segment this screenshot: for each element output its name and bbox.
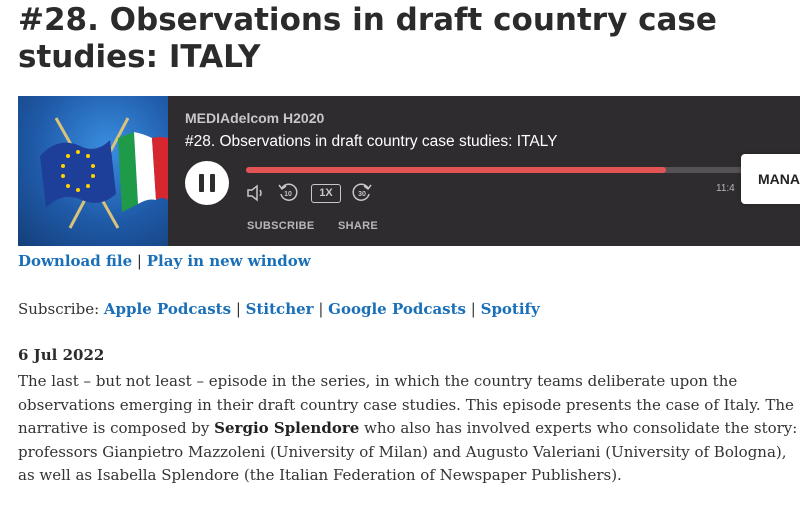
eu-flag-icon xyxy=(40,140,116,208)
separator: | xyxy=(235,300,241,318)
episode-description: The last – but not least – episode in th… xyxy=(18,370,798,488)
page-title: #28. Observations in draft country case … xyxy=(18,2,717,75)
author-name: Sergio Splendore xyxy=(214,419,360,437)
download-links: Download file | Play in new window xyxy=(18,250,311,272)
subscribe-label: Subscribe: xyxy=(18,300,100,318)
playback-speed-button[interactable]: 1X xyxy=(311,184,341,203)
show-name: MEDIAdelcom H2020 xyxy=(185,110,325,126)
separator: | xyxy=(470,300,476,318)
subscribe-button[interactable]: SUBSCRIBE xyxy=(247,220,315,232)
apple-podcasts-link[interactable]: Apple Podcasts xyxy=(104,300,231,318)
episode-artwork xyxy=(18,96,168,246)
forward-30-icon[interactable]: 30 xyxy=(351,181,373,203)
post-date: 6 Jul 2022 xyxy=(18,346,105,364)
stitcher-link[interactable]: Stitcher xyxy=(246,300,314,318)
play-in-new-window-link[interactable]: Play in new window xyxy=(147,252,311,270)
pause-icon xyxy=(199,174,204,192)
download-file-link[interactable]: Download file xyxy=(18,252,132,270)
manage-button[interactable]: MANA xyxy=(741,154,800,204)
progress-fill xyxy=(246,167,666,173)
playback-time: 11:4 xyxy=(716,183,735,194)
separator: | xyxy=(136,252,142,270)
pause-button[interactable] xyxy=(185,161,229,205)
spotify-link[interactable]: Spotify xyxy=(481,300,540,318)
rewind-10-icon[interactable]: 10 xyxy=(277,181,299,203)
separator: | xyxy=(318,300,324,318)
progress-bar[interactable] xyxy=(246,167,800,173)
google-podcasts-link[interactable]: Google Podcasts xyxy=(328,300,466,318)
episode-title: #28. Observations in draft country case … xyxy=(185,133,558,150)
italy-flag-icon xyxy=(118,132,168,212)
volume-icon[interactable] xyxy=(246,184,266,202)
podcast-player: MEDIAdelcom H2020 #28. Observations in d… xyxy=(18,96,800,246)
svg-text:10: 10 xyxy=(284,191,292,198)
subscribe-row: Subscribe: Apple Podcasts | Stitcher | G… xyxy=(18,298,540,320)
svg-text:30: 30 xyxy=(358,191,366,198)
share-button[interactable]: SHARE xyxy=(338,220,378,232)
